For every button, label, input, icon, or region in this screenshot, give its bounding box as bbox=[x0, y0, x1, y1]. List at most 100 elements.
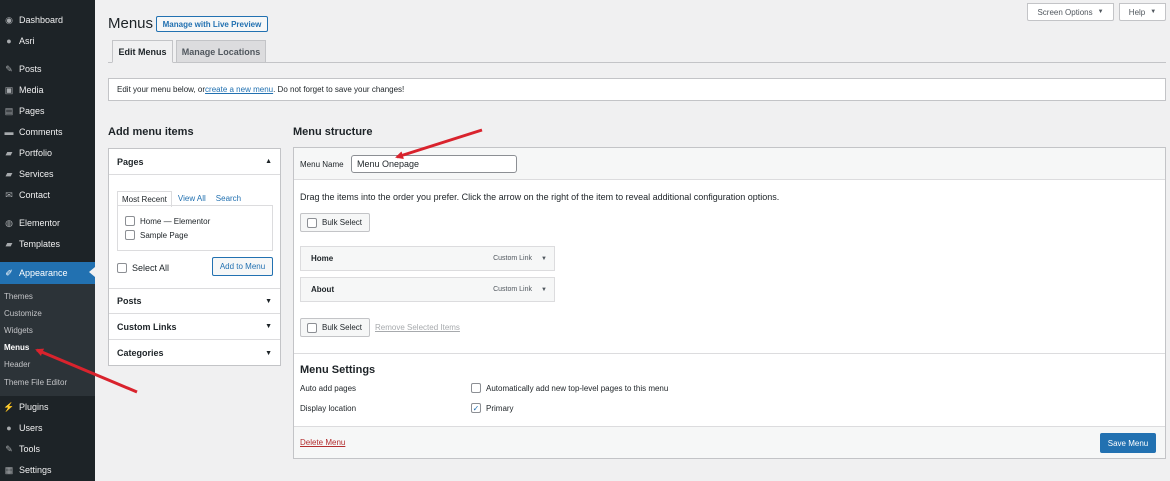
sidebar-item-label: Comments bbox=[19, 127, 63, 137]
sidebar-item-label: Asri bbox=[19, 36, 35, 46]
checkbox[interactable] bbox=[125, 230, 135, 240]
sidebar-item-label: Media bbox=[19, 85, 44, 95]
pages-section-header[interactable]: Pages ▲ bbox=[109, 149, 280, 175]
sidebar-item-asri[interactable]: ● Asri bbox=[0, 31, 95, 51]
bulk-select-button-bottom[interactable]: Bulk Select bbox=[300, 318, 370, 337]
folder-icon: ▰ bbox=[5, 147, 13, 158]
checkmark-icon[interactable]: ✓ bbox=[471, 403, 481, 413]
remove-selected-link[interactable]: Remove Selected Items bbox=[375, 323, 460, 332]
media-icon: ▣ bbox=[4, 84, 14, 95]
add-to-menu-button[interactable]: Add to Menu bbox=[212, 257, 273, 276]
submenu-menus[interactable]: Menus bbox=[4, 343, 29, 352]
help-button[interactable]: Help ▼ bbox=[1119, 3, 1166, 21]
sidebar-item-label: Settings bbox=[19, 465, 52, 475]
submenu-widgets[interactable]: Widgets bbox=[4, 326, 33, 335]
submenu-header[interactable]: Header bbox=[4, 360, 30, 369]
tab-divider bbox=[108, 62, 1166, 63]
pages-icon: ▤ bbox=[4, 105, 14, 116]
sidebar-item-label: Portfolio bbox=[19, 148, 53, 158]
submenu-themes[interactable]: Themes bbox=[4, 292, 33, 301]
display-location-label: Display location bbox=[300, 404, 357, 413]
sidebar-item-appearance[interactable]: ✐ Appearance bbox=[0, 262, 95, 284]
auto-add-option[interactable]: Automatically add new top-level pages to… bbox=[471, 383, 668, 393]
caret-down-icon[interactable]: ▼ bbox=[541, 287, 547, 293]
auto-add-checkbox[interactable] bbox=[471, 383, 481, 393]
sidebar-item-label: Elementor bbox=[19, 218, 61, 228]
menu-settings-heading: Menu Settings bbox=[300, 364, 376, 376]
sidebar-item-label: Tools bbox=[19, 444, 41, 454]
select-all[interactable]: Select All bbox=[117, 263, 169, 273]
primary-location-option[interactable]: ✓ Primary bbox=[471, 403, 514, 413]
add-items-accordion: Pages ▲ Most Recent View All Search Home… bbox=[108, 148, 281, 366]
menu-footer: Delete Menu Save Menu bbox=[294, 426, 1165, 458]
bulk-select-button[interactable]: Bulk Select bbox=[300, 213, 370, 232]
sidebar-item-label: Appearance bbox=[19, 268, 68, 278]
dashboard-icon: ◉ bbox=[5, 14, 13, 25]
page-title: Menus bbox=[108, 15, 154, 32]
services-icon: ▰ bbox=[5, 168, 13, 179]
page-label-home: Home — Elementor bbox=[140, 216, 211, 226]
notice-text-after: . Do not forget to save your changes! bbox=[273, 85, 405, 94]
sidebar-item-settings[interactable]: ▦ Settings bbox=[0, 460, 95, 480]
select-all-checkbox[interactable] bbox=[117, 263, 127, 273]
add-menu-items-heading: Add menu items bbox=[108, 126, 194, 138]
caret-down-icon[interactable]: ▼ bbox=[541, 256, 547, 262]
sidebar-item-media[interactable]: ▣ Media bbox=[0, 80, 95, 100]
caret-down-icon: ▼ bbox=[1150, 9, 1157, 15]
sidebar-item-posts[interactable]: ✎ Posts bbox=[0, 59, 95, 79]
custom-links-section-header[interactable]: Custom Links ▼ bbox=[109, 314, 280, 340]
checkbox[interactable] bbox=[125, 216, 135, 226]
menu-item-home[interactable]: Home Custom Link ▼ bbox=[300, 246, 555, 271]
caret-down-icon: ▼ bbox=[265, 349, 272, 357]
screen-options-button[interactable]: Screen Options ▼ bbox=[1027, 3, 1114, 21]
caret-down-icon: ▼ bbox=[1097, 9, 1104, 15]
checkbox bbox=[307, 217, 317, 228]
screen-options-label: Screen Options bbox=[1037, 7, 1093, 17]
menu-item-about[interactable]: About Custom Link ▼ bbox=[300, 277, 555, 302]
select-all-label: Select All bbox=[132, 263, 170, 273]
sidebar-item-label: Posts bbox=[19, 64, 42, 74]
sidebar-item-tools[interactable]: ✎ Tools bbox=[0, 439, 95, 459]
save-menu-button[interactable]: Save Menu bbox=[1100, 433, 1156, 453]
submenu-customize[interactable]: Customize bbox=[4, 309, 42, 318]
site-icon: ● bbox=[6, 36, 12, 46]
sidebar-item-plugins[interactable]: ⚡ Plugins bbox=[0, 397, 95, 417]
sidebar-item-comments[interactable]: ▬ Comments bbox=[0, 122, 95, 142]
wrench-icon: ✎ bbox=[5, 443, 13, 454]
list-item[interactable]: Sample Page bbox=[125, 230, 188, 240]
categories-section-header[interactable]: Categories ▼ bbox=[109, 340, 280, 366]
sidebar-item-label: Dashboard bbox=[19, 15, 64, 25]
sidebar-item-label: Users bbox=[19, 423, 43, 433]
sidebar-item-label: Pages bbox=[19, 106, 45, 116]
sidebar-item-templates[interactable]: ▰ Templates bbox=[0, 234, 95, 254]
menu-name-label: Menu Name bbox=[300, 160, 344, 169]
sidebar-item-label: Plugins bbox=[19, 402, 49, 412]
create-new-menu-link[interactable]: create a new menu bbox=[205, 85, 273, 94]
live-preview-button[interactable]: Manage with Live Preview bbox=[156, 16, 268, 32]
tab-manage-locations[interactable]: Manage Locations bbox=[176, 40, 266, 63]
delete-menu-link[interactable]: Delete Menu bbox=[300, 438, 345, 447]
submenu-theme-file-editor[interactable]: Theme File Editor bbox=[4, 378, 67, 387]
menu-item-type: Custom Link bbox=[493, 255, 532, 262]
sidebar-item-users[interactable]: ● Users bbox=[0, 418, 95, 438]
menu-item-title: Home bbox=[311, 254, 334, 263]
mail-icon: ✉ bbox=[5, 189, 13, 200]
sidebar-item-label: Templates bbox=[19, 239, 61, 249]
list-item[interactable]: Home — Elementor bbox=[125, 216, 210, 226]
tab-edit-menus[interactable]: Edit Menus bbox=[112, 40, 173, 63]
sidebar-item-label: Contact bbox=[19, 190, 51, 200]
sidebar-item-elementor[interactable]: ◍ Elementor bbox=[0, 213, 95, 233]
menu-item-type: Custom Link bbox=[493, 286, 532, 293]
appearance-submenu: Themes Customize Widgets Menus Header Th… bbox=[0, 284, 95, 396]
sidebar-item-contact[interactable]: ✉ Contact bbox=[0, 185, 95, 205]
sidebar-item-pages[interactable]: ▤ Pages bbox=[0, 101, 95, 121]
posts-section-header[interactable]: Posts ▼ bbox=[109, 288, 280, 314]
menu-editor: Menu Name Menu Onepage Drag the items in… bbox=[293, 147, 1166, 459]
menu-name-input[interactable]: Menu Onepage bbox=[351, 155, 517, 173]
sidebar-item-portfolio[interactable]: ▰ Portfolio bbox=[0, 143, 95, 163]
settings-icon: ▦ bbox=[4, 464, 14, 475]
categories-section-label: Categories bbox=[117, 348, 164, 358]
sidebar-item-services[interactable]: ▰ Services bbox=[0, 164, 95, 184]
sidebar-item-dashboard[interactable]: ◉ Dashboard bbox=[0, 10, 95, 30]
plugin-icon: ⚡ bbox=[3, 401, 15, 412]
